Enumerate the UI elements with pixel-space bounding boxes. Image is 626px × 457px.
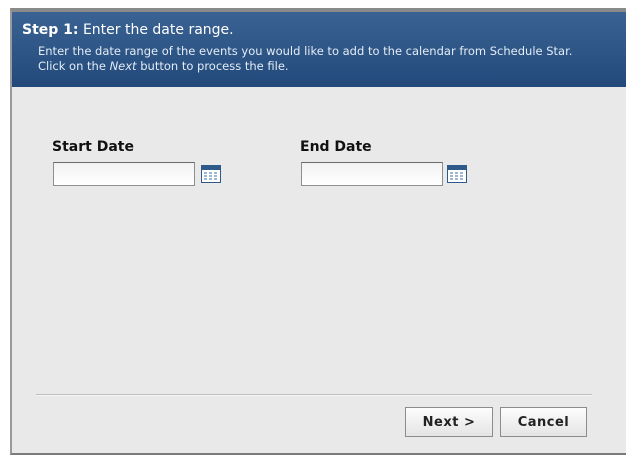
start-date-input[interactable] (53, 162, 195, 186)
end-date-input[interactable] (301, 162, 443, 186)
description-line-2: Click on the Next button to process the … (38, 59, 620, 74)
desc-line2-post: button to process the file. (136, 59, 289, 73)
next-button[interactable]: Next > (405, 407, 493, 437)
description-line-1: Enter the date range of the events you w… (38, 44, 573, 58)
step-title-text: Enter the date range. (78, 22, 234, 38)
step-header: Step 1: Enter the date range. Enter the … (12, 12, 626, 87)
calendar-icon[interactable] (201, 165, 221, 183)
footer-divider (36, 394, 592, 396)
step-title: Step 1: Enter the date range. (22, 22, 234, 38)
step-description: Enter the date range of the events you w… (38, 44, 620, 74)
start-date-label: Start Date (52, 139, 134, 155)
calendar-icon[interactable] (447, 165, 467, 183)
end-date-label: End Date (300, 139, 372, 155)
step-number: Step 1: (22, 22, 79, 38)
cancel-button[interactable]: Cancel (500, 407, 587, 437)
next-emphasis: Next (109, 59, 137, 73)
desc-line2-pre: Click on the (38, 59, 110, 73)
wizard-dialog: Step 1: Enter the date range. Enter the … (10, 8, 626, 455)
